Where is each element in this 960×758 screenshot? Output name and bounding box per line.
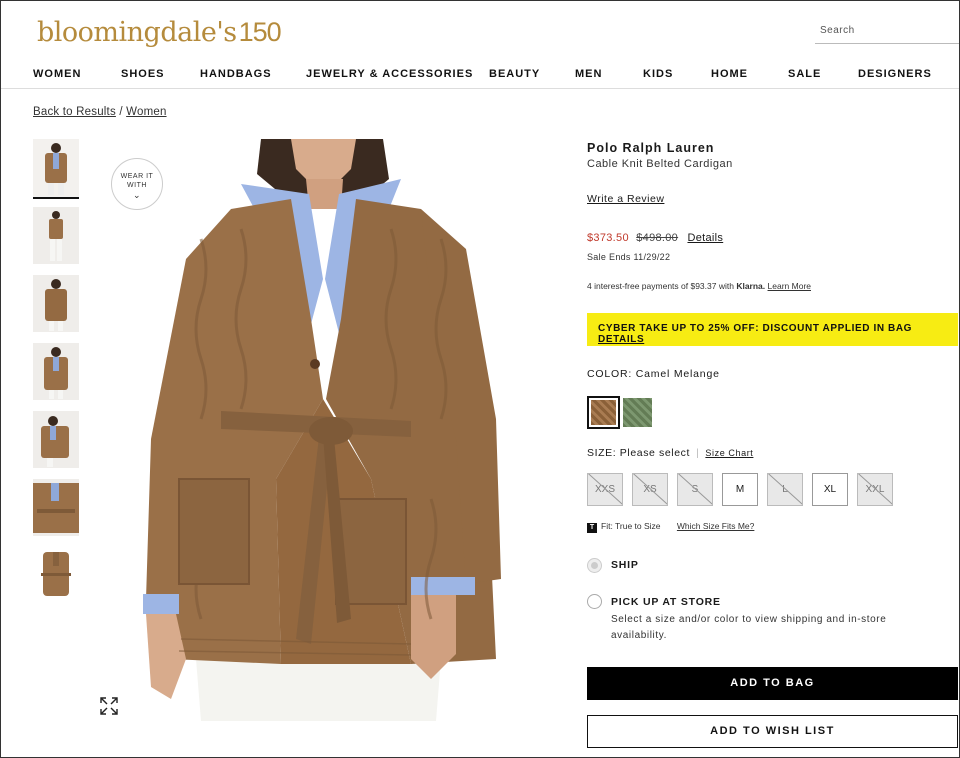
wear-it-with-button[interactable]: WEAR IT WITH ⌄ xyxy=(111,158,163,210)
product-main-image[interactable] xyxy=(111,139,551,721)
nav-item-home[interactable]: HOME xyxy=(711,68,748,80)
thumbnail-6[interactable] xyxy=(33,479,79,536)
size-option-l[interactable]: L xyxy=(767,473,803,506)
nav-item-handbags[interactable]: HANDBAGS xyxy=(200,68,272,80)
nav-item-beauty[interactable]: BEAUTY xyxy=(489,68,540,80)
size-option-s[interactable]: S xyxy=(677,473,713,506)
thumbnail-1[interactable] xyxy=(33,139,79,199)
sale-ends-text: Sale Ends 11/29/22 xyxy=(587,252,671,262)
chevron-down-icon: ⌄ xyxy=(132,190,142,200)
size-option-xxl[interactable]: XXL xyxy=(857,473,893,506)
size-selector-label: SIZE: Please select | Size Chart xyxy=(587,447,753,459)
thumbnail-7[interactable] xyxy=(33,547,79,604)
klarna-text: 4 interest-free payments of $93.37 with xyxy=(587,281,734,291)
klarna-learn-more-link[interactable]: Learn More xyxy=(768,281,811,291)
fit-badge-icon: T xyxy=(587,523,597,533)
original-price: $498.00 xyxy=(636,232,679,244)
wear-it-with-label: WEAR IT WITH xyxy=(120,173,154,189)
nav-item-women[interactable]: WOMEN xyxy=(33,68,81,80)
logo-text: bloomingdale's xyxy=(37,17,237,48)
color-label: COLOR: xyxy=(587,368,633,380)
sale-price: $373.50 xyxy=(587,232,629,244)
which-size-fits-link[interactable]: Which Size Fits Me? xyxy=(677,521,754,531)
size-option-xxs[interactable]: XXS xyxy=(587,473,623,506)
color-swatch-camel[interactable] xyxy=(587,396,620,429)
product-name: Cable Knit Belted Cardigan xyxy=(587,158,733,170)
ship-label: SHIP xyxy=(611,559,639,571)
breadcrumb-category-link[interactable]: Women xyxy=(126,106,166,118)
price-details-link[interactable]: Details xyxy=(687,232,723,244)
size-label-divider: | xyxy=(696,447,700,459)
add-to-bag-button[interactable]: ADD TO BAG xyxy=(587,667,958,700)
nav-item-designers[interactable]: DESIGNERS xyxy=(858,68,932,80)
add-to-wishlist-button[interactable]: ADD TO WISH LIST xyxy=(587,715,958,748)
expand-icon[interactable] xyxy=(99,696,119,716)
color-value: Camel Melange xyxy=(635,368,720,380)
promo-details-link[interactable]: DETAILS xyxy=(598,334,644,345)
nav-item-jewelry[interactable]: JEWELRY & ACCESSORIES xyxy=(306,68,473,80)
size-option-m[interactable]: M xyxy=(722,473,758,506)
nav-item-shoes[interactable]: SHOES xyxy=(121,68,165,80)
klarna-logo: Klarna. xyxy=(736,281,766,291)
color-selector-label: COLOR: Camel Melange xyxy=(587,368,720,380)
ship-radio[interactable] xyxy=(587,558,602,573)
size-label: SIZE: xyxy=(587,447,617,459)
nav-item-kids[interactable]: KIDS xyxy=(643,68,673,80)
write-review-link[interactable]: Write a Review xyxy=(587,193,664,205)
thumbnail-3[interactable] xyxy=(33,275,79,332)
brand-logo[interactable]: bloomingdale's150 xyxy=(37,17,282,48)
promo-text: CYBER TAKE UP TO 25% OFF: DISCOUNT APPLI… xyxy=(598,323,913,334)
pickup-note: Select a size and/or color to view shipp… xyxy=(611,614,887,641)
size-value: Please select xyxy=(619,447,691,459)
logo-number: 150 xyxy=(238,17,282,47)
product-brand[interactable]: Polo Ralph Lauren xyxy=(587,141,714,155)
fit-info: T Fit: True to Size Which Size Fits Me? xyxy=(587,521,754,533)
pickup-label: PICK UP AT STORE xyxy=(611,596,721,608)
size-option-xl[interactable]: XL xyxy=(812,473,848,506)
nav-item-men[interactable]: MEN xyxy=(575,68,602,80)
nav-item-sale[interactable]: SALE xyxy=(788,68,821,80)
breadcrumb: Back to Results / Women xyxy=(33,106,167,118)
thumbnail-2[interactable] xyxy=(33,207,79,264)
size-option-xs[interactable]: XS xyxy=(632,473,668,506)
klarna-info: 4 interest-free payments of $93.37 with … xyxy=(587,281,811,291)
pickup-radio[interactable] xyxy=(587,594,602,609)
thumbnail-5[interactable] xyxy=(33,411,79,468)
breadcrumb-back-link[interactable]: Back to Results xyxy=(33,106,116,118)
thumbnail-4[interactable] xyxy=(33,343,79,400)
promo-banner: CYBER TAKE UP TO 25% OFF: DISCOUNT APPLI… xyxy=(587,313,958,346)
search-input[interactable]: Search xyxy=(815,25,959,44)
main-nav: WOMEN SHOES HANDBAGS JEWELRY & ACCESSORI… xyxy=(1,63,959,89)
size-chart-link[interactable]: Size Chart xyxy=(705,448,753,458)
color-swatch-green[interactable] xyxy=(623,398,652,427)
price-row: $373.50 $498.00 Details xyxy=(587,232,723,244)
breadcrumb-separator: / xyxy=(119,106,123,118)
fit-text: Fit: True to Size xyxy=(601,521,661,531)
